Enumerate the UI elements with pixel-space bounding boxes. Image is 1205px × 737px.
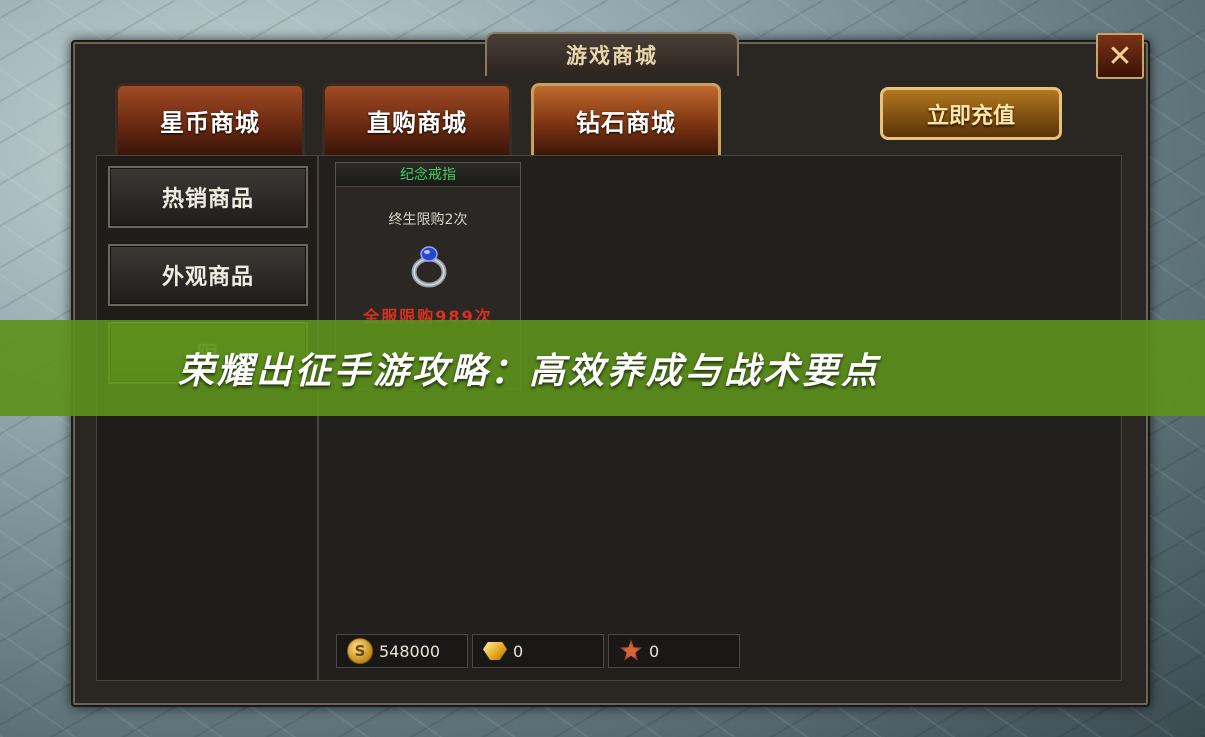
sidebar-item-appearance[interactable]: 外观商品 bbox=[108, 244, 308, 306]
item-purchase-limit: 终生限购2次 bbox=[388, 212, 468, 228]
close-icon: ✕ bbox=[1107, 38, 1133, 74]
currency-gold: 0 bbox=[472, 634, 604, 668]
overlay-banner: 荣耀出征手游攻略：高效养成与战术要点 bbox=[0, 320, 1205, 416]
currency-badge: 0 bbox=[608, 634, 740, 668]
recharge-button[interactable]: 立即充值 bbox=[880, 87, 1062, 140]
gold-ingot-icon bbox=[483, 642, 507, 660]
banner-title: 荣耀出征手游攻略：高效养成与战术要点 bbox=[178, 351, 881, 392]
ring-icon bbox=[411, 246, 447, 288]
item-name: 纪念戒指 bbox=[336, 164, 520, 187]
coin-amount: 548000 bbox=[379, 641, 441, 661]
badge-icon bbox=[619, 639, 643, 661]
tab-star-coin-shop[interactable]: 星币商城 bbox=[115, 83, 305, 155]
currency-coins: S 548000 bbox=[336, 634, 468, 668]
window-title: 游戏商城 bbox=[485, 32, 739, 76]
sidebar-item-hot-sales[interactable]: 热销商品 bbox=[108, 166, 308, 228]
category-sidebar bbox=[96, 155, 318, 681]
close-button[interactable]: ✕ bbox=[1096, 33, 1144, 79]
coin-icon: S bbox=[347, 638, 373, 664]
tab-direct-purchase-shop[interactable]: 直购商城 bbox=[322, 83, 512, 155]
tab-diamond-shop[interactable]: 钻石商城 bbox=[531, 83, 721, 155]
gold-amount: 0 bbox=[513, 641, 524, 661]
badge-amount: 0 bbox=[649, 641, 660, 661]
